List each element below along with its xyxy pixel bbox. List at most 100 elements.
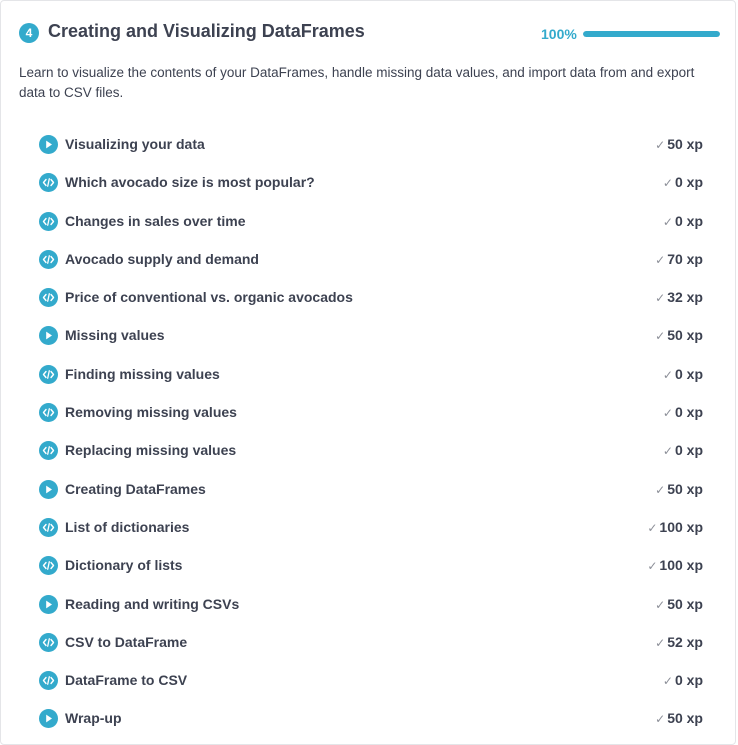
exercise-xp: ✓ 70 xp (655, 251, 703, 267)
exercise-item[interactable]: Removing missing values ✓ 0 xp (39, 394, 705, 432)
checkmark-icon: ✓ (647, 559, 658, 574)
exercise-item[interactable]: Replacing missing values ✓ 0 xp (39, 432, 705, 470)
xp-value: 0 xp (674, 442, 703, 459)
xp-value: 100 xp (659, 557, 703, 574)
exercise-xp: ✓ 50 xp (655, 710, 703, 726)
progress-bar-fill (583, 31, 720, 37)
xp-value: 50 xp (667, 480, 703, 497)
exercise-title: Creating DataFrames (65, 480, 206, 497)
exercise-item[interactable]: Wrap-up ✓ 50 xp (39, 700, 705, 738)
exercise-title: Missing values (65, 327, 165, 344)
exercise-item[interactable]: CSV to DataFrame ✓ 52 xp (39, 624, 705, 662)
progress-bar (583, 31, 720, 37)
checkmark-icon: ✓ (662, 367, 673, 382)
exercise-item[interactable]: List of dictionaries ✓ 100 xp (39, 509, 705, 547)
video-icon (39, 326, 58, 346)
xp-value: 50 xp (667, 595, 703, 612)
exercise-title: Finding missing values (65, 365, 220, 382)
chapter-number-badge: 4 (19, 23, 39, 43)
exercise-xp: ✓ 0 xp (663, 442, 703, 458)
chapter-title[interactable]: Creating and Visualizing DataFrames (48, 21, 365, 42)
exercise-xp: ✓ 0 xp (663, 366, 703, 382)
exercise-item[interactable]: Visualizing your data ✓ 50 xp (39, 126, 705, 164)
checkmark-icon: ✓ (655, 252, 666, 267)
exercise-xp: ✓ 0 xp (663, 672, 703, 688)
exercise-xp: ✓ 52 xp (655, 634, 703, 650)
exercise-xp: ✓ 50 xp (655, 596, 703, 612)
checkmark-icon: ✓ (647, 520, 658, 535)
xp-value: 32 xp (667, 289, 703, 306)
xp-value: 50 xp (667, 136, 703, 152)
progress-percentage: 100% (541, 26, 577, 42)
exercise-item[interactable]: Dictionary of lists ✓ 100 xp (39, 547, 705, 585)
code-icon (39, 671, 58, 691)
exercise-item[interactable]: Avocado supply and demand ✓ 70 xp (39, 241, 705, 279)
code-icon (39, 173, 58, 193)
video-icon (39, 479, 58, 499)
xp-value: 70 xp (667, 250, 703, 267)
xp-value: 52 xp (667, 633, 703, 650)
exercise-xp: ✓ 100 xp (647, 557, 703, 573)
exercise-xp: ✓ 50 xp (655, 481, 703, 497)
exercise-item[interactable]: Reading and writing CSVs ✓ 50 xp (39, 586, 705, 624)
exercise-xp: ✓ 0 xp (663, 174, 703, 190)
code-icon (39, 517, 58, 537)
exercise-title: Wrap-up (65, 710, 122, 727)
code-icon (39, 249, 58, 269)
checkmark-icon: ✓ (655, 597, 666, 612)
chapter-header: 4 Creating and Visualizing DataFrames 10… (19, 20, 721, 46)
exercise-item[interactable]: Which avocado size is most popular? ✓ 0 xp (39, 164, 705, 202)
checkmark-icon: ✓ (655, 329, 666, 344)
checkmark-icon: ✓ (655, 138, 666, 152)
exercise-title: Removing missing values (65, 404, 237, 421)
exercise-title: Replacing missing values (65, 442, 237, 459)
exercise-title: Dictionary of lists (65, 557, 183, 574)
exercise-item[interactable]: Missing values ✓ 50 xp (39, 317, 705, 355)
exercise-item[interactable]: Changes in sales over time ✓ 0 xp (39, 203, 705, 241)
exercise-xp: ✓ 0 xp (663, 213, 703, 229)
code-icon (39, 364, 58, 384)
exercise-xp: ✓ 32 xp (655, 289, 703, 305)
exercise-title: Reading and writing CSVs (65, 595, 240, 612)
exercise-xp: ✓ 0 xp (663, 404, 703, 420)
checkmark-icon: ✓ (655, 712, 666, 727)
code-icon (39, 556, 58, 576)
checkmark-icon: ✓ (662, 674, 673, 689)
xp-value: 0 xp (674, 174, 703, 191)
exercise-item[interactable]: Creating DataFrames ✓ 50 xp (39, 471, 705, 509)
checkmark-icon: ✓ (662, 214, 673, 229)
exercise-title: Changes in sales over time (65, 212, 246, 229)
xp-value: 50 xp (667, 710, 703, 727)
exercise-title: Avocado supply and demand (65, 250, 259, 267)
exercise-list: Visualizing your data ✓ 50 xp Which avocado… (39, 126, 705, 739)
exercise-item[interactable]: DataFrame to CSV ✓ 0 xp (39, 662, 705, 700)
video-icon (39, 709, 58, 729)
exercise-title: CSV to DataFrame (65, 633, 188, 650)
code-icon (39, 441, 58, 461)
checkmark-icon: ✓ (662, 444, 673, 459)
exercise-title: Price of conventional vs. organic avocad… (65, 289, 353, 306)
checkmark-icon: ✓ (655, 635, 666, 650)
exercise-title: Visualizing your data (65, 136, 205, 152)
exercise-item[interactable]: Finding missing values ✓ 0 xp (39, 356, 705, 394)
video-icon (39, 135, 58, 154)
xp-value: 0 xp (674, 365, 703, 382)
exercise-title: Which avocado size is most popular? (65, 174, 315, 191)
xp-value: 0 xp (674, 404, 703, 421)
checkmark-icon: ✓ (655, 482, 666, 497)
exercise-item[interactable]: Price of conventional vs. organic avocad… (39, 279, 705, 317)
chapter-card: 4 Creating and Visualizing DataFrames 10… (0, 0, 736, 745)
exercise-title: DataFrame to CSV (65, 672, 188, 689)
code-icon (39, 211, 58, 231)
exercise-title: List of dictionaries (65, 518, 190, 535)
exercise-xp: ✓ 100 xp (647, 519, 703, 535)
xp-value: 100 xp (659, 518, 703, 535)
code-icon (39, 632, 58, 652)
exercise-xp: ✓ 50 xp (655, 327, 703, 343)
xp-value: 0 xp (674, 212, 703, 229)
exercise-xp: ✓ 50 xp (655, 136, 703, 152)
code-icon (39, 403, 58, 423)
chapter-description: Learn to visualize the contents of your … (19, 65, 695, 100)
checkmark-icon: ✓ (662, 176, 673, 191)
xp-value: 0 xp (674, 672, 703, 689)
